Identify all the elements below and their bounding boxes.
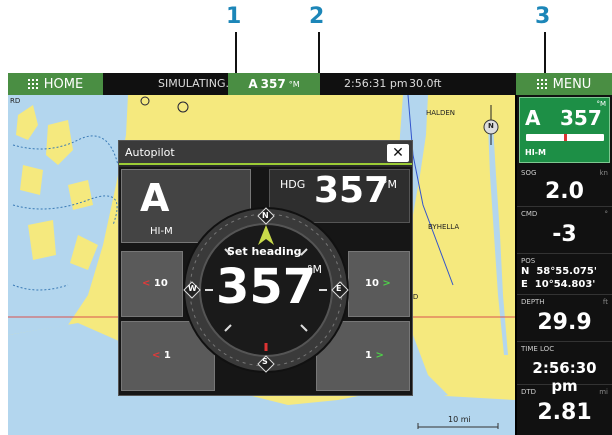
rudder-indicator [564, 134, 567, 141]
place-label-halden: HALDEN [426, 109, 456, 117]
pos-label: POS [521, 257, 536, 265]
heading-mode: A [248, 77, 258, 91]
port-1-value: 1 [163, 350, 171, 361]
callout-3: 3 [535, 4, 551, 29]
ap-cell-rudder-bar [526, 134, 604, 141]
heading-badge[interactable]: A 357 °M [228, 73, 320, 95]
depth-label: DEPTH [521, 298, 545, 306]
autopilot-titlebar: Autopilot ✕ [119, 141, 412, 165]
chartplotter-screen: HOME SIMULATING... A 357 °M 2:56:31 pm 3… [8, 73, 612, 435]
stbd-10-button[interactable]: 10 > [348, 251, 410, 317]
menu-button[interactable]: MENU [516, 73, 612, 95]
dtd-cell[interactable]: DTD mi 2.81 [517, 386, 612, 435]
home-label: HOME [43, 76, 84, 92]
data-panel: °M A 357 HI-M SOG kn 2.0 CMD ° -3 POS N … [517, 95, 612, 435]
pos-lon: E 10°54.803' [521, 279, 596, 290]
hdg-label: HDG [280, 178, 306, 191]
cmd-cell[interactable]: CMD ° -3 [517, 208, 612, 254]
compass-s: S [262, 357, 268, 366]
depth-unit: ft [602, 298, 608, 306]
sog-unit: kn [599, 169, 609, 177]
north-indicator: N [488, 122, 494, 130]
autopilot-body: A HI-M HDG 357 °M < 10 10 > < 1 1 > N E … [119, 167, 412, 395]
dtd-label: DTD [521, 388, 537, 396]
ap-cell-value: 357 [560, 106, 602, 130]
autopilot-dialog: Autopilot ✕ A HI-M HDG 357 °M < 10 10 > … [118, 140, 413, 396]
cmd-value: -3 [552, 222, 577, 247]
depth-value: 29.9 [537, 310, 592, 335]
callout-1: 1 [226, 4, 242, 29]
sog-value: 2.0 [545, 179, 584, 204]
stbd-10-value: 10 [365, 278, 379, 289]
stbd-1-value: 1 [365, 350, 372, 361]
port-10-value: 10 [153, 278, 168, 289]
mode-letter: A [140, 176, 170, 220]
mode-sub: HI-M [150, 226, 173, 237]
autopilot-title: Autopilot [125, 146, 175, 159]
port-10-button[interactable]: < 10 [121, 251, 183, 317]
compass-e: E [336, 284, 342, 293]
sog-label: SOG [521, 169, 537, 177]
autopilot-cell[interactable]: °M A 357 HI-M [519, 97, 610, 163]
stbd-10-label: 10 > [365, 278, 391, 289]
heading-unit: °M [288, 79, 300, 89]
cmd-unit: ° [604, 210, 609, 218]
top-bar: HOME SIMULATING... A 357 °M 2:56:31 pm 3… [8, 73, 612, 95]
pos-lat: N 58°55.075' [521, 266, 597, 277]
ap-cell-sub: HI-M [525, 148, 546, 157]
place-label-rd-left: RD [10, 97, 21, 105]
time-readout: 2:56:31 pm [344, 77, 408, 90]
port-10-label: < 10 [142, 278, 168, 289]
compass-n: N [262, 211, 269, 220]
time-cell[interactable]: TIME LOC 2:56:30 pm [517, 343, 612, 395]
callout-2: 2 [309, 4, 325, 29]
dtd-unit: mi [599, 388, 608, 396]
dial-heading-unit: °M [307, 263, 322, 276]
dtd-value: 2.81 [537, 400, 592, 425]
place-label-byhella: BYHELLA [428, 223, 460, 231]
dial-heading-value: 357 [216, 259, 317, 315]
compass-w: W [188, 284, 197, 293]
status-text: SIMULATING... [158, 77, 237, 90]
time-label: TIME LOC [521, 345, 555, 353]
cmd-label: CMD [521, 210, 538, 218]
depth-readout: 30.0ft [409, 77, 442, 90]
port-1-label: < 1 [152, 350, 171, 361]
home-button[interactable]: HOME [8, 73, 103, 95]
hdg-unit: °M [382, 178, 397, 191]
menu-icon [536, 79, 547, 89]
depth-cell[interactable]: DEPTH ft 29.9 [517, 296, 612, 342]
nautical-chart[interactable]: HALDEN BYHELLA RD RD N 10 mi Autopilot ✕… [8, 95, 515, 435]
heading-value: 357 [260, 77, 286, 91]
ap-cell-mode: A [525, 106, 541, 130]
scale-label: 10 mi [448, 415, 471, 424]
menu-label: MENU [552, 76, 592, 92]
pos-cell[interactable]: POS N 58°55.075' E 10°54.803' [517, 255, 612, 295]
sog-cell[interactable]: SOG kn 2.0 [517, 167, 612, 207]
close-button[interactable]: ✕ [387, 144, 409, 162]
grid-icon [27, 79, 38, 89]
set-heading-label: Set heading [227, 245, 302, 258]
stbd-1-label: 1 > [365, 350, 384, 361]
